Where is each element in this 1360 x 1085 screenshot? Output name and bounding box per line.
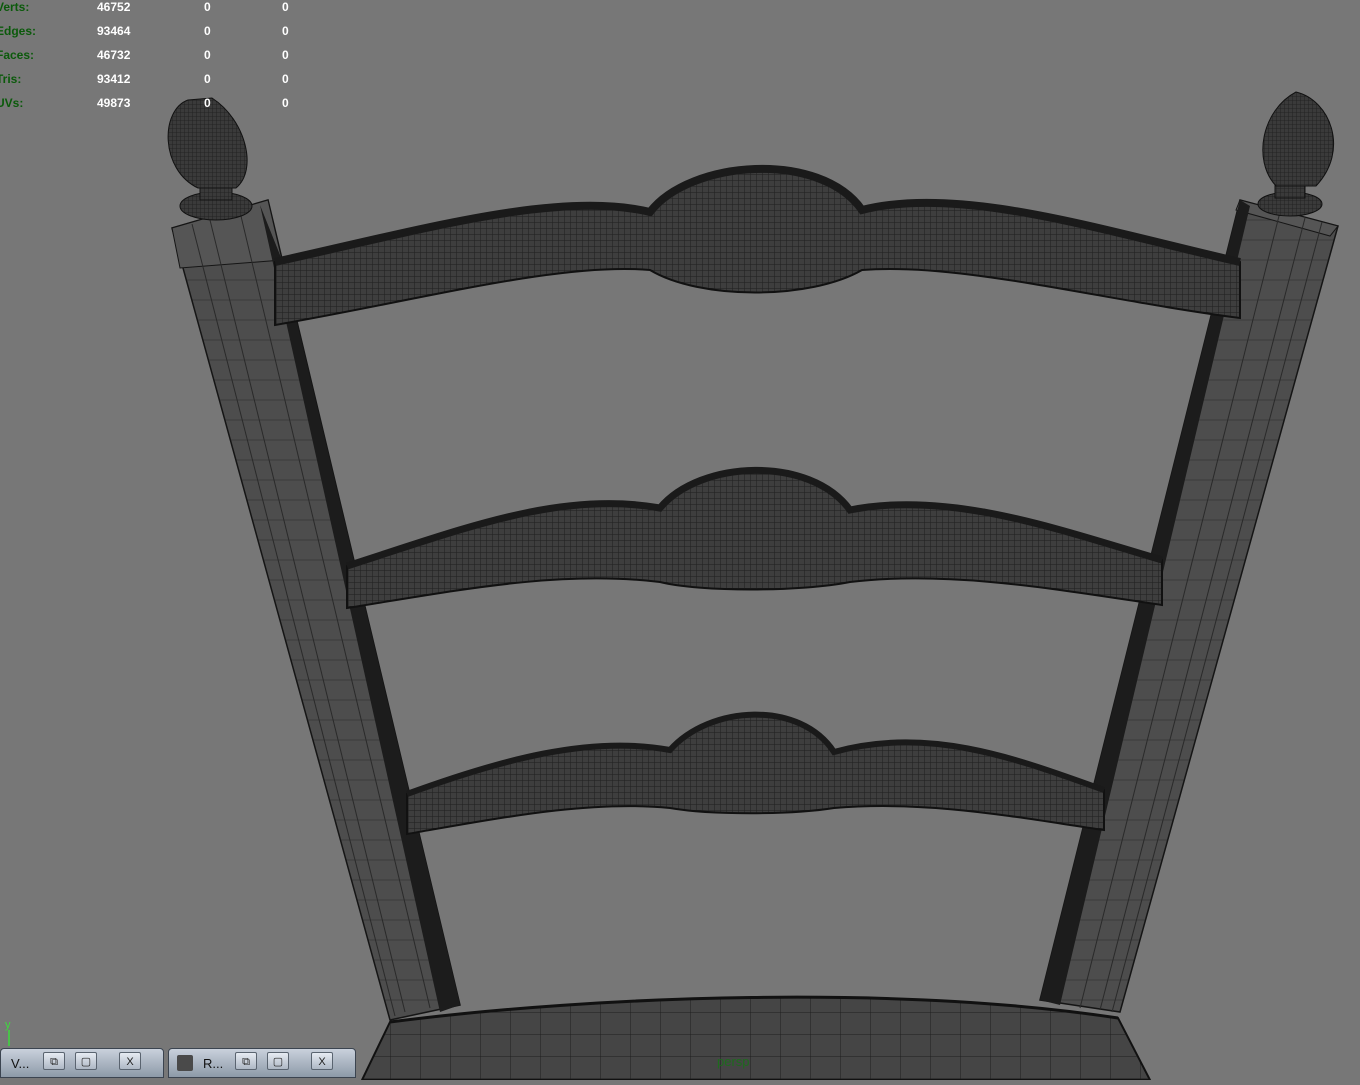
hud-value: 93464 — [97, 24, 131, 38]
right-finial — [1257, 91, 1334, 217]
hud-value: 93412 — [97, 72, 131, 86]
back-slat-bottom — [405, 711, 1106, 836]
close-button[interactable]: X — [119, 1052, 141, 1070]
hud-label: Tris: — [0, 72, 22, 86]
left-post — [171, 199, 461, 1021]
restore-button[interactable]: ⧉ — [235, 1052, 257, 1070]
chair-wireframe — [167, 91, 1339, 1081]
hud-label: Edges: — [0, 24, 37, 38]
render-window-icon — [177, 1055, 193, 1071]
hud-label: UVs: — [0, 96, 24, 110]
hud-row-edges: Edges: 93464 0 0 — [0, 24, 300, 48]
hud-selected: 0 — [204, 24, 211, 38]
hud-row-verts: Verts: 46752 0 0 — [0, 0, 300, 24]
axis-y-label: y — [5, 1019, 11, 1031]
hud-selected: 0 — [204, 48, 211, 62]
minimized-window-v[interactable]: V... ⧉ ▢ X — [0, 1048, 164, 1078]
hud-components: 0 — [282, 72, 289, 86]
window-title: V... — [11, 1056, 30, 1071]
hud-value: 49873 — [97, 96, 131, 110]
seat — [360, 995, 1152, 1081]
3d-viewport[interactable] — [0, 0, 1360, 1081]
maximize-button[interactable]: ▢ — [267, 1052, 289, 1070]
hud-components: 0 — [282, 48, 289, 62]
back-slat-middle — [345, 466, 1163, 610]
window-title: R... — [203, 1056, 224, 1071]
hud-row-faces: Faces: 46732 0 0 — [0, 48, 300, 72]
hud-selected: 0 — [204, 72, 211, 86]
close-button[interactable]: X — [311, 1052, 333, 1070]
restore-button[interactable]: ⧉ — [43, 1052, 65, 1070]
hud-value: 46732 — [97, 48, 131, 62]
hud-value: 46752 — [97, 0, 131, 14]
back-slat-top — [274, 164, 1241, 327]
camera-label: persp — [717, 1054, 750, 1069]
hud-selected: 0 — [204, 96, 211, 110]
maximize-button[interactable]: ▢ — [75, 1052, 97, 1070]
hud-row-tris: Tris: 93412 0 0 — [0, 72, 300, 96]
hud-label: Verts: — [0, 0, 30, 14]
heads-up-display: Verts: 46752 0 0 Edges: 93464 0 0 Faces:… — [0, 0, 300, 120]
hud-components: 0 — [282, 24, 289, 38]
hud-components: 0 — [282, 96, 289, 110]
hud-components: 0 — [282, 0, 289, 14]
view-axis-indicator: y — [5, 1019, 11, 1046]
minimized-window-r[interactable]: R... ⧉ ▢ X — [168, 1048, 356, 1078]
hud-selected: 0 — [204, 0, 211, 14]
right-post — [1039, 199, 1339, 1013]
hud-row-uvs: UVs: 49873 0 0 — [0, 96, 300, 120]
hud-label: Faces: — [0, 48, 35, 62]
